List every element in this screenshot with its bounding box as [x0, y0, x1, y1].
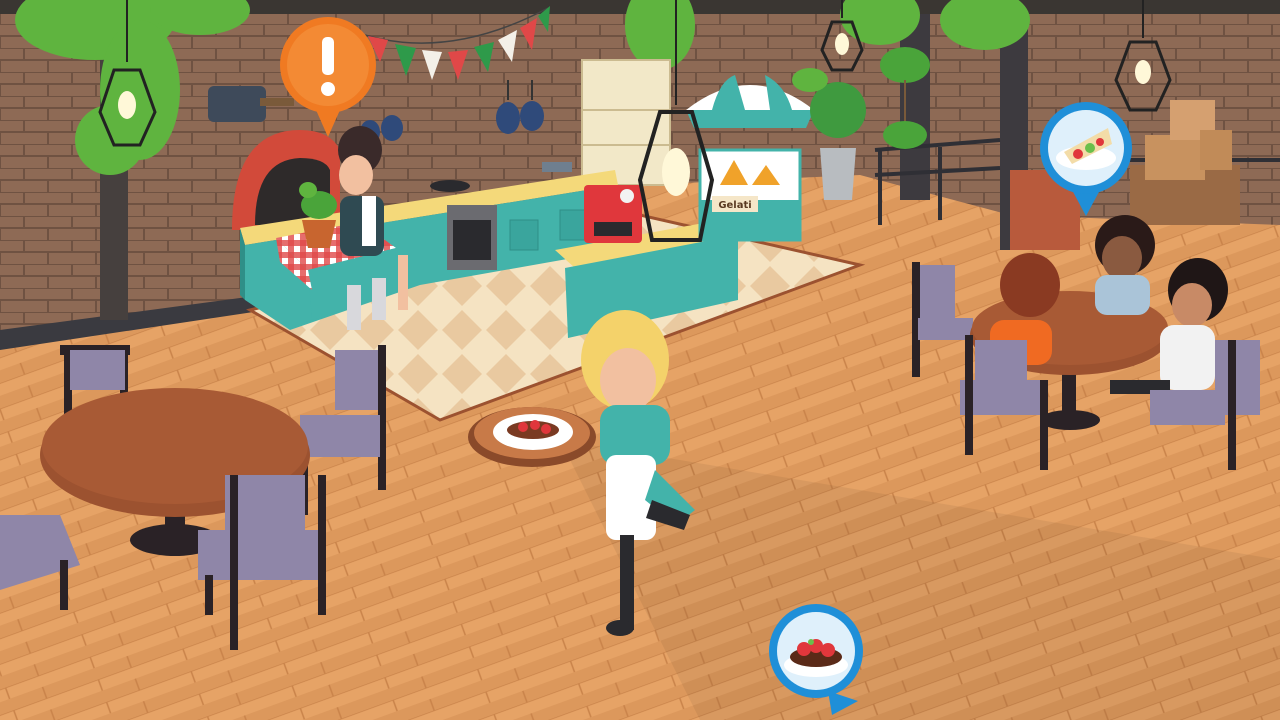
customer-order-marker[interactable]: [1038, 100, 1134, 218]
game-scene: Gelati: [0, 0, 1280, 720]
exclamation-icon: [280, 17, 376, 137]
serving-tray: [468, 407, 596, 467]
serve-target-marker[interactable]: [766, 603, 866, 720]
gelato-sign: Gelati: [718, 200, 751, 211]
wrap-dish-icon: [1040, 102, 1132, 216]
espresso-machine: [584, 185, 642, 243]
bruschetta-dish-icon: [769, 604, 863, 715]
chef-alert-marker[interactable]: [278, 15, 378, 140]
customer-back: [1095, 215, 1155, 315]
